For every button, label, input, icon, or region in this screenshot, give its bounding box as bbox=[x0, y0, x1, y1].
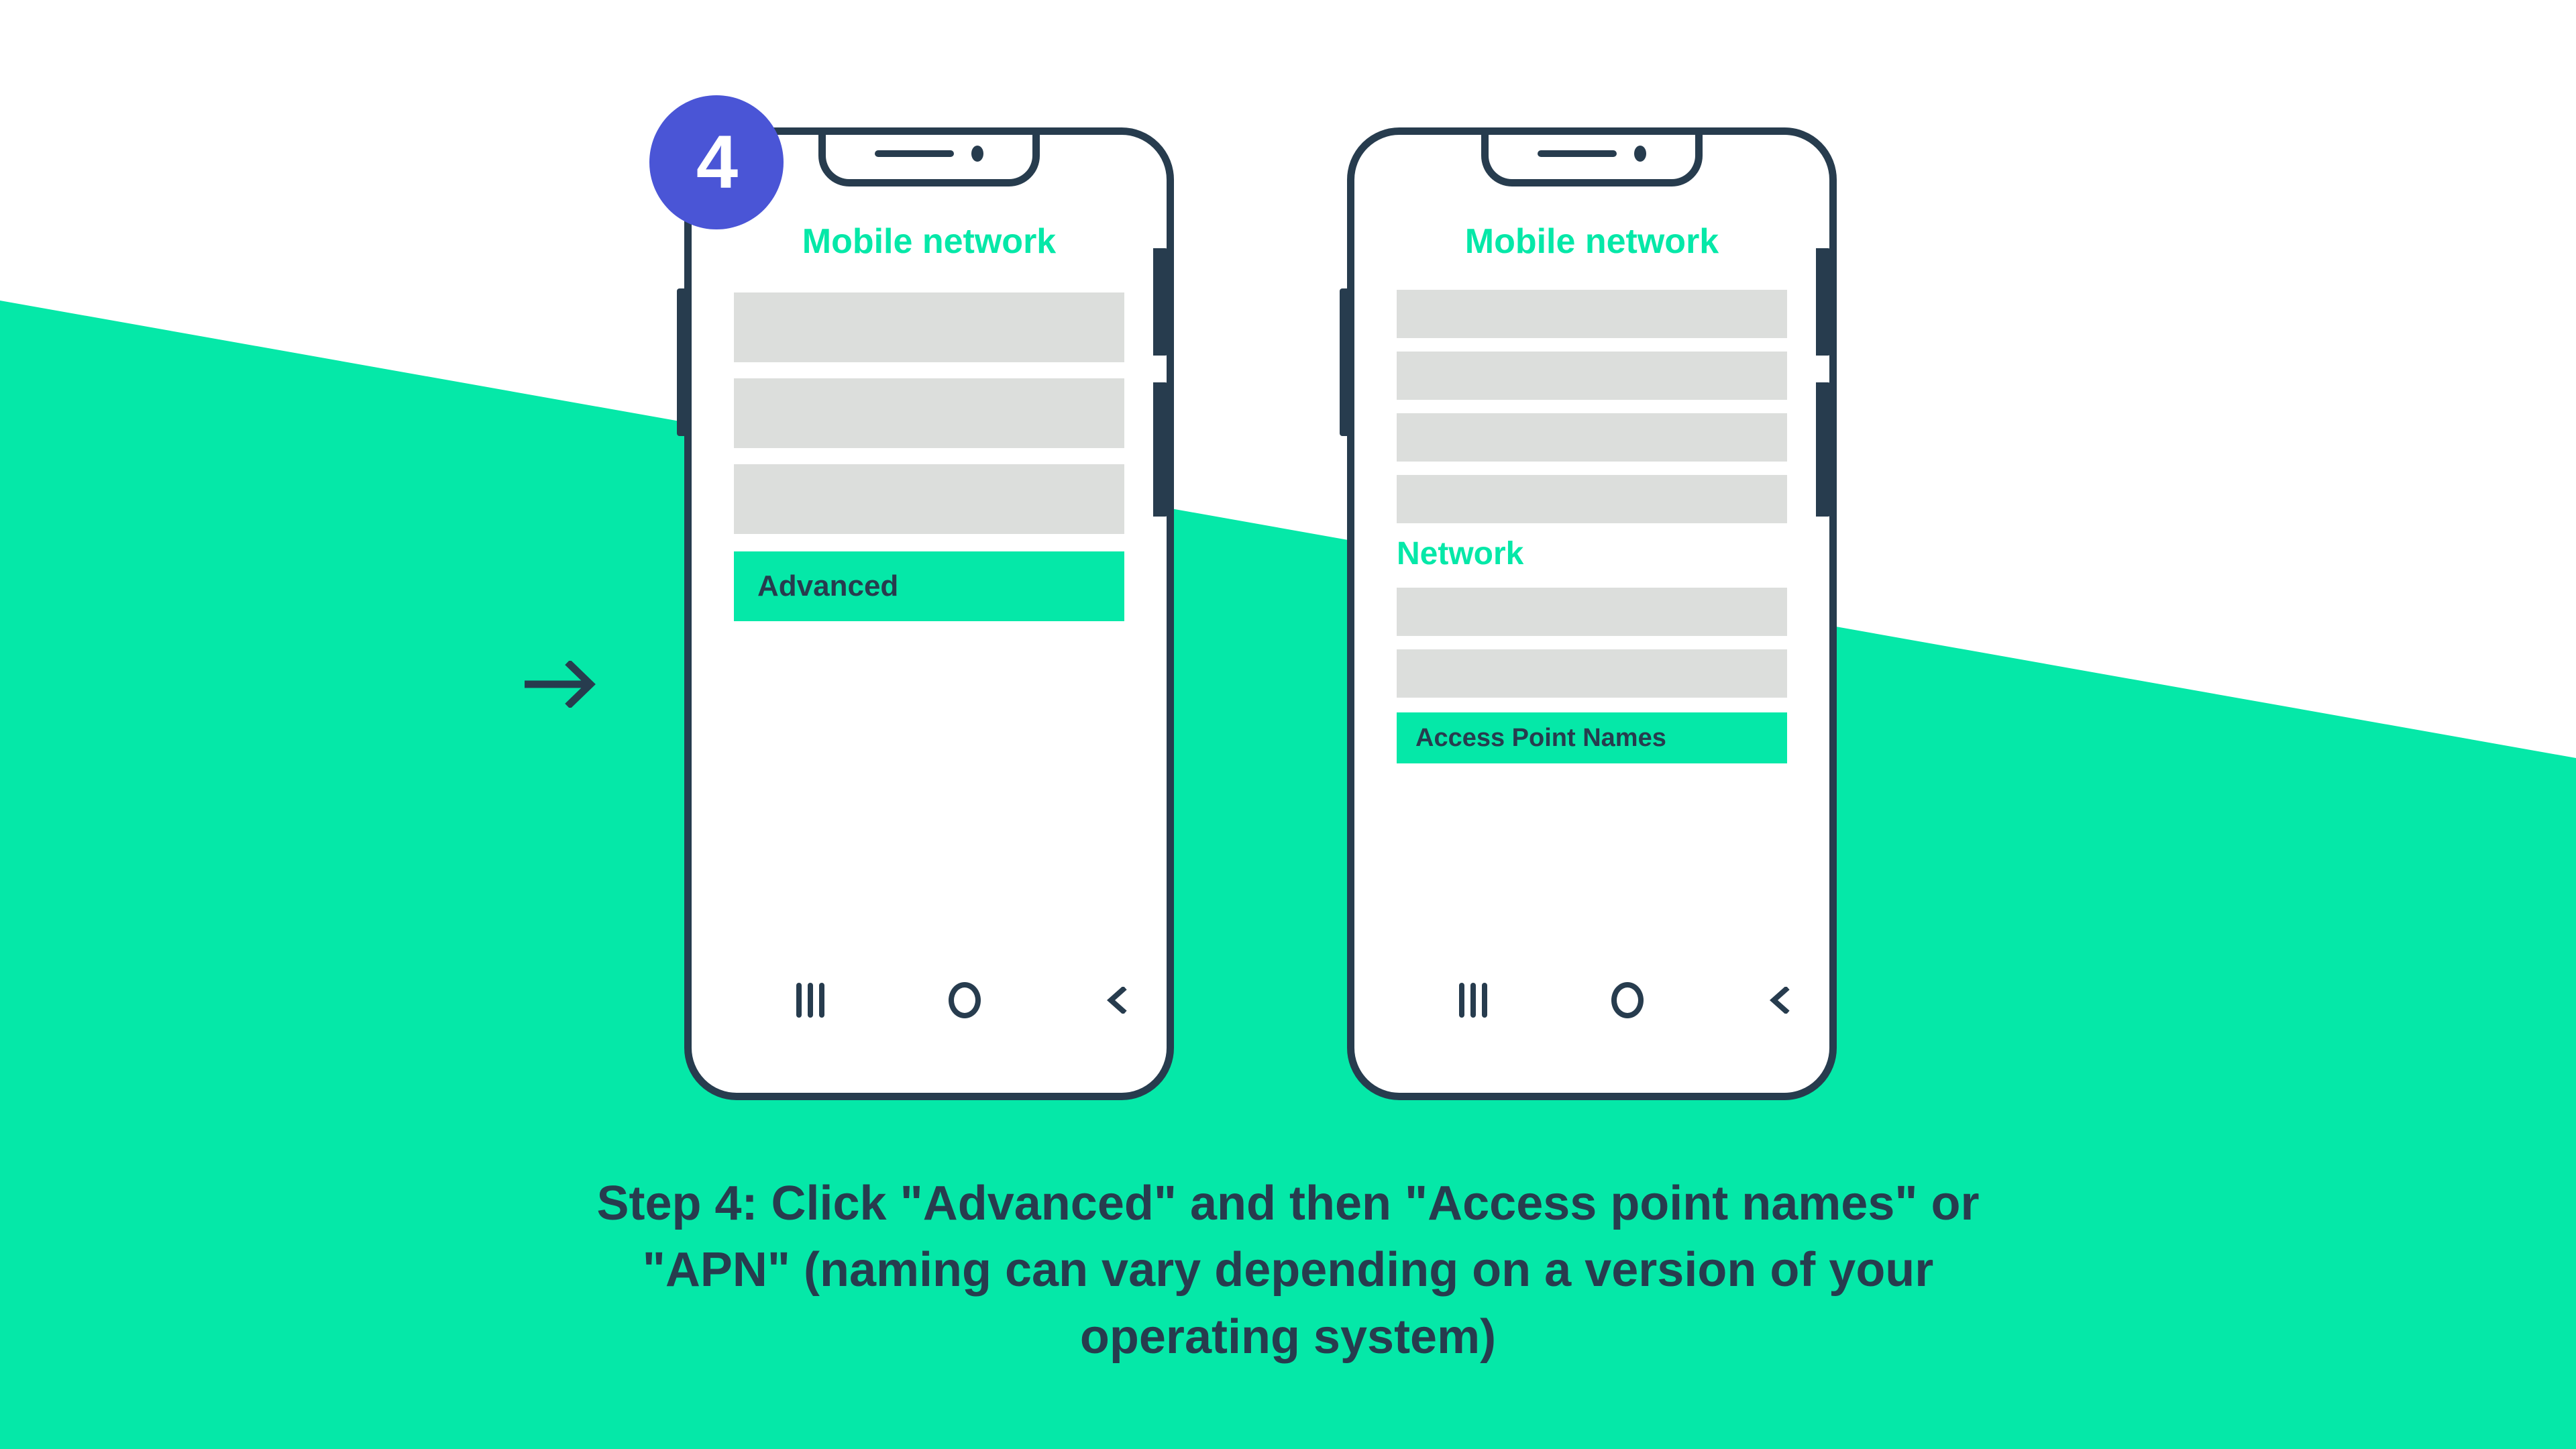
phone-before: Mobile network Advanced bbox=[677, 127, 1174, 1100]
list-item[interactable] bbox=[1397, 588, 1787, 636]
list-item[interactable] bbox=[734, 292, 1124, 362]
list-item-advanced[interactable]: Advanced bbox=[734, 551, 1124, 621]
list-item[interactable] bbox=[1397, 649, 1787, 698]
power-button-right-after[interactable] bbox=[1816, 248, 1831, 356]
list-item[interactable] bbox=[1397, 413, 1787, 462]
phone-frame-after: Mobile network Network Access Point Name… bbox=[1347, 127, 1837, 1100]
list-item-advanced-label: Advanced bbox=[757, 570, 899, 602]
power-button-right[interactable] bbox=[1153, 248, 1168, 356]
camera-icon bbox=[1634, 145, 1646, 162]
list-item[interactable] bbox=[1397, 352, 1787, 400]
phone-notch-before bbox=[818, 135, 1040, 186]
screen-title-before: Mobile network bbox=[802, 222, 1057, 261]
section-heading-network: Network bbox=[1397, 536, 1524, 572]
list-item[interactable] bbox=[1397, 290, 1787, 338]
volume-button-left-after[interactable] bbox=[1340, 288, 1354, 436]
settings-list-after: Network Access Point Names bbox=[1362, 290, 1822, 763]
phone-after: Mobile network Network Access Point Name… bbox=[1340, 127, 1837, 1100]
home-icon[interactable] bbox=[948, 982, 981, 1018]
volume-button-left[interactable] bbox=[677, 288, 692, 436]
list-item[interactable] bbox=[734, 378, 1124, 448]
speaker-icon bbox=[875, 150, 954, 157]
phone-screen-after: Mobile network Network Access Point Name… bbox=[1362, 142, 1822, 1085]
arrow-right-icon bbox=[525, 661, 596, 708]
phone-screen-before: Mobile network Advanced bbox=[699, 142, 1159, 1085]
list-item-access-point-names[interactable]: Access Point Names bbox=[1397, 712, 1787, 763]
back-icon[interactable] bbox=[1768, 987, 1794, 1014]
phone-notch-after bbox=[1481, 135, 1703, 186]
phone-frame-before: Mobile network Advanced bbox=[684, 127, 1174, 1100]
settings-list-before: Advanced bbox=[699, 292, 1159, 621]
recents-icon[interactable] bbox=[796, 983, 824, 1018]
volume-button-right[interactable] bbox=[1153, 382, 1168, 517]
back-icon[interactable] bbox=[1105, 987, 1132, 1014]
list-item[interactable] bbox=[734, 464, 1124, 534]
speaker-icon bbox=[1538, 150, 1617, 157]
screen-title-after: Mobile network bbox=[1464, 222, 1719, 261]
illustration-stage: Mobile network Advanced Mobile network N… bbox=[0, 0, 2576, 1449]
camera-icon bbox=[971, 145, 983, 162]
volume-button-right-after[interactable] bbox=[1816, 382, 1831, 517]
home-icon[interactable] bbox=[1611, 982, 1644, 1018]
list-item-access-point-names-label: Access Point Names bbox=[1415, 724, 1666, 752]
list-item[interactable] bbox=[1397, 475, 1787, 523]
android-navbar-after bbox=[1362, 982, 1822, 1018]
step-caption: Step 4: Click "Advanced" and then "Acces… bbox=[596, 1177, 1980, 1364]
step-badge-number: 4 bbox=[696, 120, 738, 204]
recents-icon[interactable] bbox=[1458, 983, 1487, 1018]
android-navbar-before bbox=[699, 982, 1159, 1018]
step-badge: 4 bbox=[649, 95, 784, 229]
